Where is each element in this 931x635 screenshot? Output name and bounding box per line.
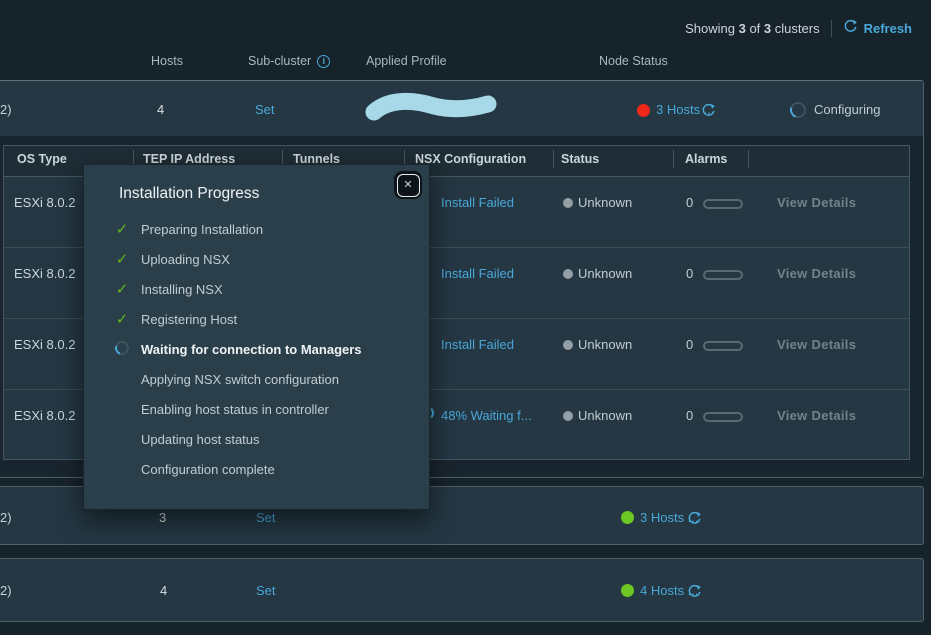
cluster-1-name: 2) [0,102,12,117]
step-label: Configuration complete [141,462,275,477]
alarm-count: 0 [686,195,693,210]
column-header-applied-profile: Applied Profile [366,54,447,68]
column-header-node-status: Node Status [599,54,668,68]
install-step-enabling-status: Enabling host status in controller [114,397,329,421]
install-step-registering: ✓ Registering Host [114,307,237,331]
close-icon: ✕ [397,174,420,197]
redacted-profile-scribble [352,88,502,128]
install-step-applying-switch: Applying NSX switch configuration [114,367,339,391]
total-count: 3 [764,21,771,36]
col-separator [553,150,554,168]
view-details-link[interactable]: View Details [777,195,856,210]
alarm-count: 0 [686,337,693,352]
status-gray-dot [563,340,573,350]
toolbar: Showing 3 of 3 clusters Refresh [685,19,912,37]
nsx-config-link[interactable]: Install Failed [441,337,514,352]
cluster-2-hosts-count: 3 [159,510,166,525]
nsx-host-preparation-screen: Showing 3 of 3 clusters Refresh Hosts Su… [0,0,931,635]
host-status: Unknown [578,266,632,281]
col-separator [673,150,674,168]
showing-prefix: Showing [685,21,735,36]
view-details-link[interactable]: View Details [777,337,856,352]
check-icon: ✓ [114,310,130,328]
view-details-link[interactable]: View Details [777,266,856,281]
node-status-refresh-icon[interactable] [687,511,702,529]
alarm-trend-pill [703,341,743,351]
host-status: Unknown [578,337,632,352]
host-status: Unknown [578,195,632,210]
nsx-config-link[interactable]: Install Failed [441,195,514,210]
host-status: Unknown [578,408,632,423]
node-status-green-dot [621,584,634,597]
step-label: Enabling host status in controller [141,402,329,417]
alarm-trend-pill [703,412,743,422]
status-gray-dot [563,269,573,279]
node-status-refresh-icon[interactable] [701,103,716,121]
popup-title: Installation Progress [119,185,259,203]
th-alarms: Alarms [685,152,727,166]
nsx-config-link[interactable]: 48% Waiting f... [441,408,532,423]
alarm-trend-pill [703,199,743,209]
installation-progress-popup: ✕ Installation Progress ✓ Preparing Inst… [83,164,430,510]
node-status-refresh-icon[interactable] [687,584,702,602]
info-icon[interactable]: i [317,55,330,68]
step-label: Applying NSX switch configuration [141,372,339,387]
subcluster-label: Sub-cluster [248,54,311,68]
of-word: of [749,21,760,36]
install-step-installing: ✓ Installing NSX [114,277,223,301]
th-os-type: OS Type [17,152,67,166]
install-step-preparing: ✓ Preparing Installation [114,217,263,241]
alarm-trend-pill [703,270,743,280]
alarm-count: 0 [686,408,693,423]
view-details-link[interactable]: View Details [777,408,856,423]
install-step-updating-status: Updating host status [114,427,260,451]
install-step-uploading: ✓ Uploading NSX [114,247,230,271]
check-icon: ✓ [114,280,130,298]
host-os-type: ESXi 8.0.2 [14,195,75,210]
host-os-type: ESXi 8.0.2 [14,337,75,352]
th-status: Status [561,152,599,166]
step-label: Waiting for connection to Managers [141,342,362,357]
cluster-row-3 [0,558,924,622]
cluster-1-set-link[interactable]: Set [255,102,275,117]
column-header-hosts: Hosts [151,54,183,68]
cluster-3-set-link[interactable]: Set [256,583,276,598]
shown-count: 3 [739,21,746,36]
column-header-subcluster: Sub-cluster i [248,54,330,68]
refresh-label: Refresh [864,21,912,36]
cluster-2-set-link[interactable]: Set [256,510,276,525]
cluster-3-name: 2) [0,583,12,598]
clusters-word: clusters [775,21,820,36]
step-label: Registering Host [141,312,237,327]
cluster-1-hosts-count: 4 [157,102,164,117]
step-label: Installing NSX [141,282,223,297]
step-label: Preparing Installation [141,222,263,237]
alarm-count: 0 [686,266,693,281]
step-spinner-icon [114,341,130,358]
status-gray-dot [563,198,573,208]
col-separator [748,150,749,168]
popup-close-button[interactable]: ✕ [394,171,422,199]
node-status-green-dot [621,511,634,524]
cluster-2-name: 2) [0,510,12,525]
host-os-type: ESXi 8.0.2 [14,266,75,281]
refresh-icon [843,19,858,37]
check-icon: ✓ [114,220,130,238]
showing-clusters-text: Showing 3 of 3 clusters [685,21,819,36]
th-nsx-configuration: NSX Configuration [415,152,526,166]
install-step-waiting-managers: Waiting for connection to Managers [114,337,362,361]
install-step-config-complete: Configuration complete [114,457,275,481]
cluster-1-state-label: Configuring [814,102,881,117]
host-os-type: ESXi 8.0.2 [14,408,75,423]
node-status-red-dot [637,104,650,117]
cluster-3-hosts-count: 4 [160,583,167,598]
step-label: Updating host status [141,432,260,447]
nsx-config-link[interactable]: Install Failed [441,266,514,281]
check-icon: ✓ [114,250,130,268]
toolbar-divider [831,20,832,37]
step-label: Uploading NSX [141,252,230,267]
refresh-button[interactable]: Refresh [843,19,912,37]
status-gray-dot [563,411,573,421]
